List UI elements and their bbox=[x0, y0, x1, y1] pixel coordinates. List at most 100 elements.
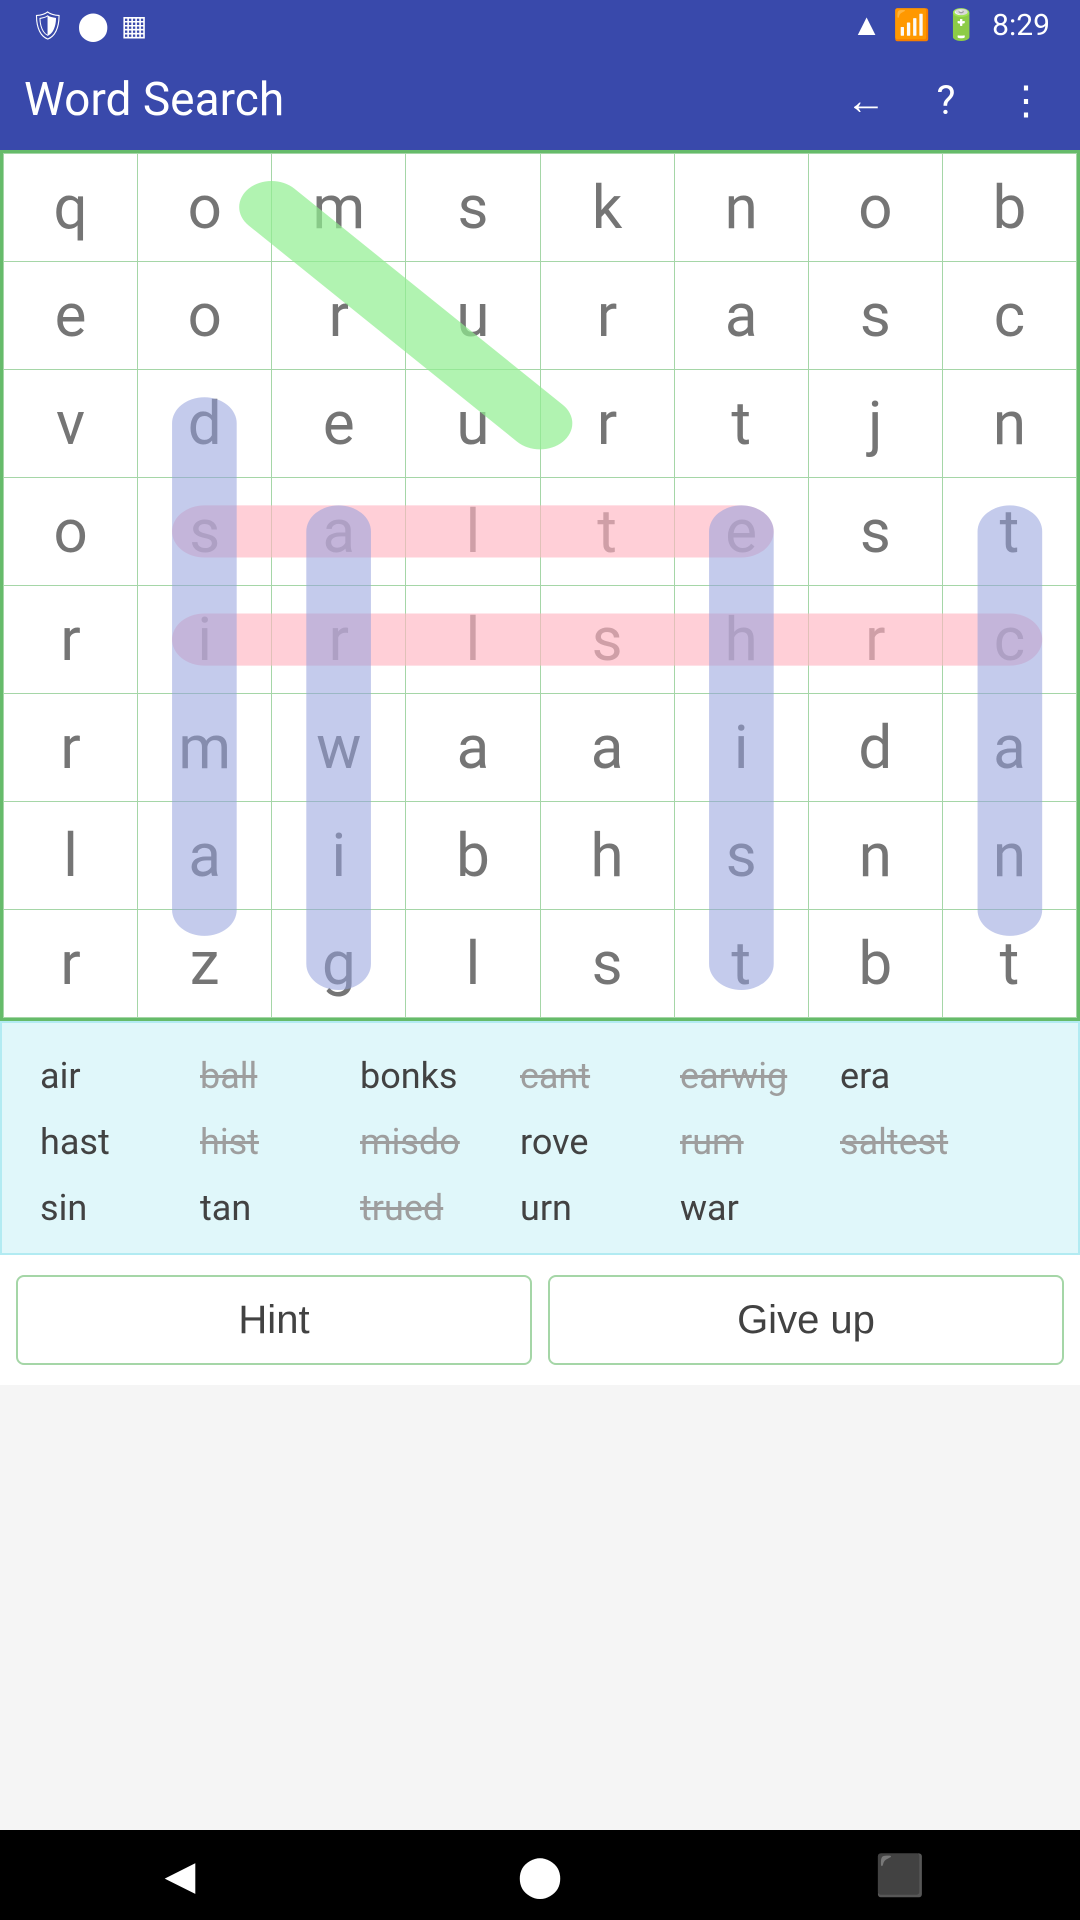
grid-cell[interactable]: n bbox=[674, 154, 808, 262]
grid-cell[interactable]: t bbox=[540, 478, 674, 586]
grid-cell[interactable]: r bbox=[4, 910, 138, 1018]
back-nav-icon[interactable]: ◀ bbox=[145, 1840, 215, 1910]
grid-cell[interactable]: e bbox=[674, 478, 808, 586]
grid-cell[interactable]: r bbox=[272, 586, 406, 694]
help-button[interactable]: ? bbox=[916, 70, 976, 130]
grid-cell[interactable]: r bbox=[540, 262, 674, 370]
grid-cell[interactable]: t bbox=[942, 910, 1076, 1018]
word-search-grid[interactable]: qomsknobeorurascvdeurtjnosaltestrirlshrc… bbox=[0, 150, 1080, 1021]
circle-icon: ⬤ bbox=[78, 9, 109, 42]
time-display: 8:29 bbox=[992, 8, 1050, 43]
hint-button[interactable]: Hint bbox=[16, 1275, 532, 1365]
grid-cell[interactable]: s bbox=[138, 478, 272, 586]
status-icons: 🛡 ⬤ ▦ bbox=[30, 9, 147, 42]
grid-cell[interactable]: a bbox=[674, 262, 808, 370]
grid-cell[interactable]: w bbox=[272, 694, 406, 802]
word-item: hast bbox=[32, 1117, 192, 1167]
sim-icon: ▦ bbox=[121, 9, 147, 42]
word-item: era bbox=[832, 1051, 992, 1101]
grid-cell[interactable]: r bbox=[272, 262, 406, 370]
word-item: ball bbox=[192, 1051, 352, 1101]
status-right: ▲ 📶 🔋 8:29 bbox=[852, 8, 1050, 43]
grid-cell[interactable]: o bbox=[4, 478, 138, 586]
word-item: air bbox=[32, 1051, 192, 1101]
grid-cell[interactable]: r bbox=[4, 694, 138, 802]
grid-cell[interactable]: v bbox=[4, 370, 138, 478]
grid-cell[interactable]: a bbox=[540, 694, 674, 802]
grid-cell[interactable]: u bbox=[406, 370, 540, 478]
grid-cell[interactable]: t bbox=[674, 370, 808, 478]
word-item: earwig bbox=[672, 1051, 832, 1101]
grid-cell[interactable]: z bbox=[138, 910, 272, 1018]
action-buttons: Hint Give up bbox=[0, 1255, 1080, 1385]
grid-cell[interactable]: o bbox=[808, 154, 942, 262]
grid-cell[interactable]: a bbox=[406, 694, 540, 802]
grid-cell[interactable]: l bbox=[406, 910, 540, 1018]
grid-cell[interactable]: m bbox=[138, 694, 272, 802]
grid-cell[interactable]: o bbox=[138, 154, 272, 262]
word-item: misdo bbox=[352, 1117, 512, 1167]
home-nav-icon[interactable]: ⬤ bbox=[505, 1840, 575, 1910]
grid-cell[interactable]: e bbox=[4, 262, 138, 370]
grid-cell[interactable]: i bbox=[674, 694, 808, 802]
word-item: war bbox=[672, 1183, 832, 1233]
battery-icon: 🔋 bbox=[943, 8, 980, 43]
grid-cell[interactable]: t bbox=[942, 478, 1076, 586]
grid-cell[interactable]: o bbox=[138, 262, 272, 370]
grid-cell[interactable]: i bbox=[138, 586, 272, 694]
give-up-button[interactable]: Give up bbox=[548, 1275, 1064, 1365]
word-list: airballbonkscantearwigerahasthistmisdoro… bbox=[0, 1021, 1080, 1255]
grid-cell[interactable]: b bbox=[406, 802, 540, 910]
grid-cell[interactable]: r bbox=[808, 586, 942, 694]
grid-table: qomsknobeorurascvdeurtjnosaltestrirlshrc… bbox=[3, 153, 1077, 1018]
nav-bar: ◀ ⬤ ⬛ bbox=[0, 1830, 1080, 1920]
grid-cell[interactable]: l bbox=[406, 586, 540, 694]
grid-cell[interactable]: k bbox=[540, 154, 674, 262]
grid-cell[interactable]: u bbox=[406, 262, 540, 370]
grid-cell[interactable]: e bbox=[272, 370, 406, 478]
word-item: tan bbox=[192, 1183, 352, 1233]
grid-cell[interactable]: n bbox=[808, 802, 942, 910]
grid-cell[interactable]: m bbox=[272, 154, 406, 262]
grid-cell[interactable]: q bbox=[4, 154, 138, 262]
word-item: rove bbox=[512, 1117, 672, 1167]
recents-nav-icon[interactable]: ⬛ bbox=[865, 1840, 935, 1910]
spacer bbox=[0, 1385, 1080, 1830]
grid-cell[interactable]: r bbox=[4, 586, 138, 694]
grid-cell[interactable]: h bbox=[674, 586, 808, 694]
grid-cell[interactable]: j bbox=[808, 370, 942, 478]
grid-cell[interactable]: s bbox=[540, 910, 674, 1018]
grid-cell[interactable]: a bbox=[272, 478, 406, 586]
grid-cell[interactable]: i bbox=[272, 802, 406, 910]
grid-cell[interactable]: h bbox=[540, 802, 674, 910]
shield-icon: 🛡 bbox=[30, 9, 66, 42]
grid-cell[interactable]: g bbox=[272, 910, 406, 1018]
grid-cell[interactable]: n bbox=[942, 370, 1076, 478]
grid-cell[interactable]: a bbox=[942, 694, 1076, 802]
top-bar: Word Search ← ? ⋮ bbox=[0, 50, 1080, 150]
grid-cell[interactable]: r bbox=[540, 370, 674, 478]
grid-cell[interactable]: n bbox=[942, 802, 1076, 910]
word-item: rum bbox=[672, 1117, 832, 1167]
grid-cell[interactable]: s bbox=[540, 586, 674, 694]
app-title: Word Search bbox=[24, 73, 816, 127]
more-options-button[interactable]: ⋮ bbox=[996, 70, 1056, 130]
grid-cell[interactable]: s bbox=[808, 478, 942, 586]
back-button[interactable]: ← bbox=[836, 70, 896, 130]
grid-cell[interactable]: b bbox=[808, 910, 942, 1018]
word-item: trued bbox=[352, 1183, 512, 1233]
grid-cell[interactable]: d bbox=[808, 694, 942, 802]
grid-cell[interactable]: b bbox=[942, 154, 1076, 262]
grid-cell[interactable]: c bbox=[942, 262, 1076, 370]
word-item: hist bbox=[192, 1117, 352, 1167]
grid-cell[interactable]: c bbox=[942, 586, 1076, 694]
grid-cell[interactable]: s bbox=[808, 262, 942, 370]
grid-cell[interactable]: l bbox=[406, 478, 540, 586]
grid-cell[interactable]: s bbox=[406, 154, 540, 262]
grid-cell[interactable]: d bbox=[138, 370, 272, 478]
grid-cell[interactable]: a bbox=[138, 802, 272, 910]
word-item: urn bbox=[512, 1183, 672, 1233]
grid-cell[interactable]: l bbox=[4, 802, 138, 910]
grid-cell[interactable]: s bbox=[674, 802, 808, 910]
grid-cell[interactable]: t bbox=[674, 910, 808, 1018]
